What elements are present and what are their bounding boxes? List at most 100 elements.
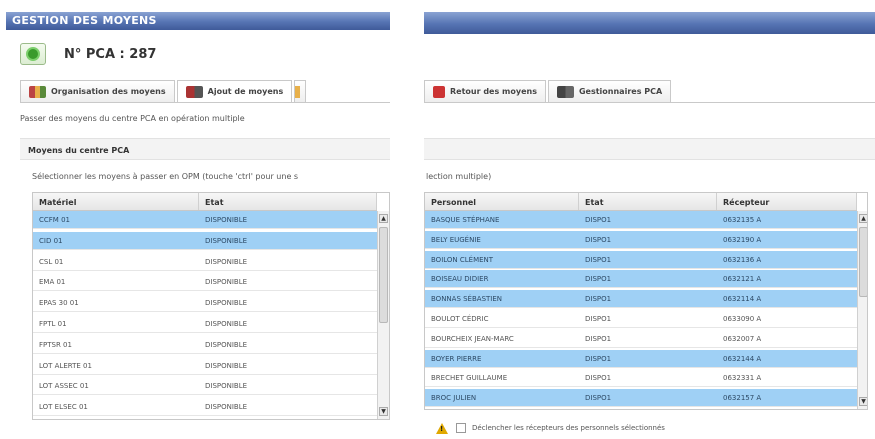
cell-recepteur: 0632007 A — [723, 334, 762, 343]
cell-recepteur: 0632190 A — [723, 235, 762, 244]
table-header: Matériel Etat — [33, 193, 377, 211]
cell-etat: DISPO1 — [585, 374, 612, 383]
cell-etat: DISPO1 — [585, 315, 612, 323]
cell-materiel: FPTL 01 — [39, 320, 67, 328]
pca-title: N° PCA : 287 — [64, 46, 157, 62]
table-row[interactable]: FPTL 01 DISPONIBLE — [33, 315, 377, 333]
table-row[interactable]: EPAS 30 01 DISPONIBLE — [33, 294, 377, 313]
cell-materiel: LOT ASSEC 01 — [39, 382, 89, 391]
scroll-down-arrow[interactable]: ▼ — [379, 407, 388, 416]
trigger-receivers-checkbox[interactable] — [456, 423, 466, 433]
column-header-etat[interactable]: Etat — [199, 193, 377, 210]
cell-materiel: CCFM 01 — [39, 216, 70, 224]
cell-personnel: BOURCHEIX JEAN-MARC — [431, 334, 514, 343]
tab-ajout-de-moyens[interactable]: Ajout de moyens — [176, 80, 293, 102]
trigger-receivers-row: Déclencher les récepteurs des personnels… — [436, 421, 665, 435]
cell-recepteur: 0633090 A — [723, 315, 762, 323]
cell-recepteur: 0632157 A — [723, 394, 762, 403]
selection-instruction-right: lection multiple) — [426, 172, 492, 181]
cell-personnel: BOISEAU DIDIER — [431, 275, 489, 284]
column-header-materiel[interactable]: Matériel — [33, 193, 199, 210]
scroll-down-arrow[interactable]: ▼ — [859, 397, 867, 406]
tab-label: Retour des moyens — [450, 87, 537, 96]
tab-label: Organisation des moyens — [51, 87, 166, 96]
column-header-personnel[interactable]: Personnel — [425, 193, 579, 210]
tab-gestionnaires-pca[interactable]: Gestionnaires PCA — [547, 80, 672, 102]
table-row[interactable]: BONNAS SÉBASTIEN DISPO1 0632114 A — [425, 290, 857, 309]
add-resources-icon — [185, 85, 203, 98]
cell-etat: DISPONIBLE — [205, 320, 248, 328]
refresh-button[interactable] — [20, 43, 46, 65]
cell-etat: DISPONIBLE — [205, 340, 248, 349]
cell-materiel: EMA 01 — [39, 278, 66, 287]
cell-recepteur: 0632114 A — [723, 295, 762, 304]
cell-personnel: BRECHET GUILLAUME — [431, 374, 508, 383]
table-row[interactable]: BELY EUGÉNIE DISPO1 0632190 A — [425, 230, 857, 249]
cell-etat: DISPO1 — [585, 255, 612, 264]
cell-materiel: CSL 01 — [39, 257, 64, 266]
truncated-tab-icon — [295, 85, 301, 98]
table-row[interactable]: BOISEAU DIDIER DISPO1 0632121 A — [425, 270, 857, 289]
table-row[interactable]: BRECHET GUILLAUME DISPO1 0632331 A — [425, 369, 857, 388]
left-panel: GESTION DES MOYENS N° PCA : 287 Organisa… — [6, 0, 390, 439]
personnel-table: Personnel Etat Récepteur BASQUE STÉPHANE… — [424, 192, 868, 410]
cell-personnel: BASQUE STÉPHANE — [431, 216, 500, 224]
scroll-up-arrow[interactable]: ▲ — [379, 214, 388, 223]
return-icon — [433, 85, 445, 98]
right-titlebar — [424, 12, 875, 34]
cell-materiel: CID 01 — [39, 236, 63, 245]
cell-etat: DISPONIBLE — [205, 236, 248, 245]
materiel-table: Matériel Etat CCFM 01 DISPONIBLE CID 01 DIS… — [32, 192, 390, 420]
scroll-thumb[interactable] — [379, 227, 388, 323]
scroll-up-arrow[interactable]: ▲ — [859, 214, 867, 223]
tab-organisation-des-moyens[interactable]: Organisation des moyens — [20, 80, 175, 102]
tab-retour-des-moyens[interactable]: Retour des moyens — [424, 80, 546, 102]
section-title: Moyens du centre PCA — [20, 138, 390, 160]
tab-bar-right: Retour des moyens Gestionnaires PCA — [424, 80, 673, 102]
table-row[interactable]: LOT ELSEC 01 DISPONIBLE — [33, 398, 377, 417]
cell-materiel: LOT ALERTE 01 — [39, 361, 92, 370]
trigger-receivers-label: Déclencher les récepteurs des personnels… — [472, 424, 665, 432]
cell-etat: DISPO1 — [585, 216, 612, 224]
vertical-scrollbar[interactable]: ▲ ▼ — [857, 211, 867, 409]
table-row[interactable]: FPTSR 01 DISPONIBLE — [33, 336, 377, 354]
cell-etat: DISPO1 — [585, 334, 612, 343]
table-row[interactable]: BOILON CLÉMENT DISPO1 0632136 A — [425, 250, 857, 269]
table-row[interactable]: EMA 01 DISPONIBLE — [33, 273, 377, 292]
column-header-recepteur[interactable]: Récepteur — [717, 193, 857, 210]
cell-etat: DISPO1 — [585, 354, 612, 363]
tab-label: Gestionnaires PCA — [578, 87, 663, 96]
cell-recepteur: 0632136 A — [723, 255, 762, 264]
table-row[interactable]: CCFM 01 DISPONIBLE — [33, 211, 377, 229]
cell-personnel: BOULOT CÉDRIC — [431, 315, 489, 323]
table-row[interactable]: BOULOT CÉDRIC DISPO1 0633090 A — [425, 310, 857, 328]
organisation-icon — [29, 85, 46, 98]
operation-description: Passer des moyens du centre PCA en opéra… — [20, 114, 245, 123]
cell-recepteur: 0632135 A — [723, 216, 762, 224]
table-row[interactable]: BOYER PIERRE DISPO1 0632144 A — [425, 349, 857, 368]
table-row[interactable]: BOURCHEIX JEAN-MARC DISPO1 0632007 A — [425, 330, 857, 348]
table-row[interactable]: BASQUE STÉPHANE DISPO1 0632135 A — [425, 211, 857, 229]
cell-materiel: EPAS 30 01 — [39, 299, 79, 308]
cell-etat: DISPONIBLE — [205, 216, 248, 224]
tab-underline — [424, 102, 875, 103]
cell-etat: DISPONIBLE — [205, 382, 248, 391]
refresh-icon — [26, 47, 40, 61]
table-row[interactable]: LOT ASSEC 01 DISPONIBLE — [33, 377, 377, 396]
column-header-etat[interactable]: Etat — [579, 193, 717, 210]
table-row[interactable]: CID 01 DISPONIBLE — [33, 231, 377, 250]
cell-personnel: BONNAS SÉBASTIEN — [431, 295, 503, 304]
cell-personnel: BOYER PIERRE — [431, 354, 482, 363]
scroll-thumb[interactable] — [859, 227, 867, 297]
tab-truncated[interactable] — [294, 80, 307, 102]
cell-personnel: BOILON CLÉMENT — [431, 255, 494, 264]
table-row[interactable]: LOT ALERTE 01 DISPONIBLE — [33, 357, 377, 375]
table-row[interactable]: CSL 01 DISPONIBLE — [33, 253, 377, 271]
table-row[interactable]: BROC JULIEN DISPO1 0632157 A — [425, 389, 857, 408]
vertical-scrollbar[interactable]: ▲ ▼ — [377, 211, 389, 419]
cell-etat: DISPO1 — [585, 235, 612, 244]
section-band — [424, 138, 875, 160]
pca-header: N° PCA : 287 — [20, 42, 156, 66]
cell-etat: DISPO1 — [585, 394, 612, 403]
cell-materiel: FPTSR 01 — [39, 340, 72, 349]
